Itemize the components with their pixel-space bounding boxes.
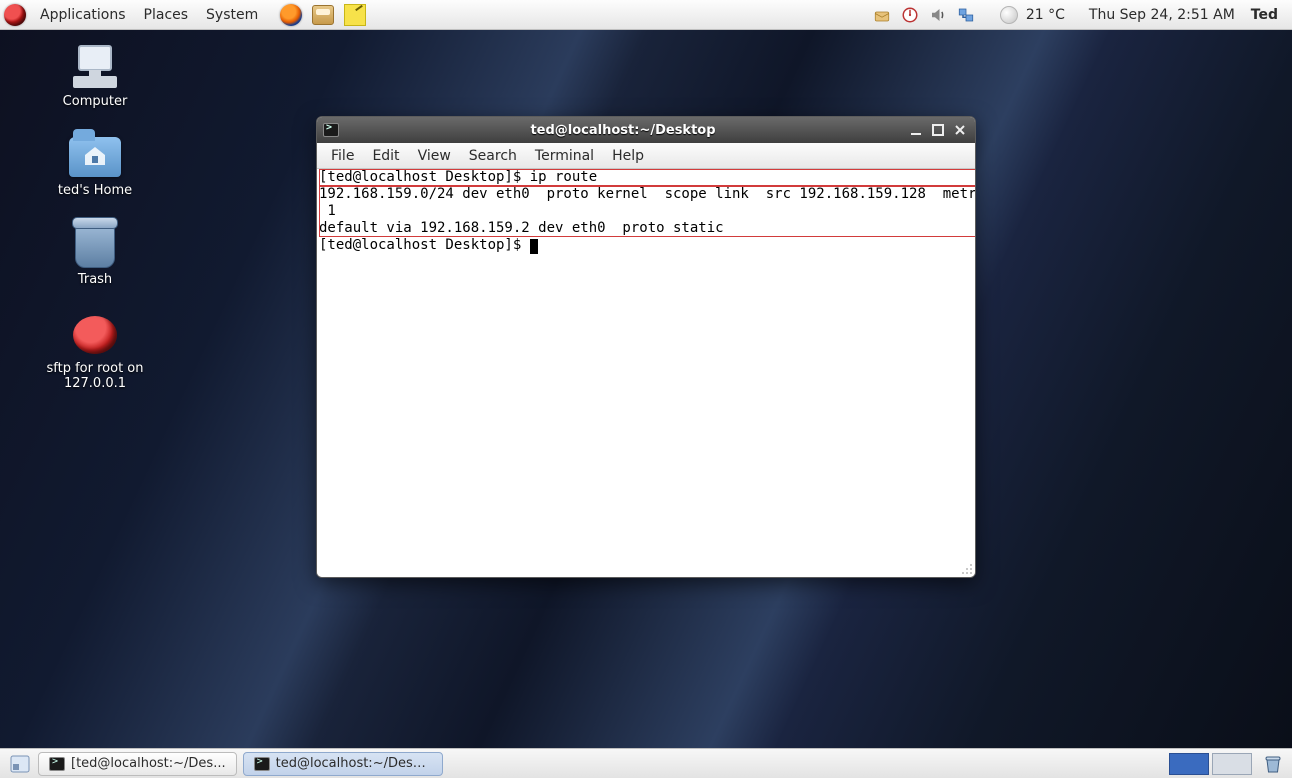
menu-places[interactable]: Places [136,3,197,27]
desktop-icon-computer[interactable]: Computer [20,40,170,113]
menu-search[interactable]: Search [461,146,525,166]
menu-terminal[interactable]: Terminal [527,146,602,166]
package-manager-launcher[interactable] [310,2,336,28]
desktop-icon-label: ted's Home [58,183,132,198]
volume-icon[interactable] [928,5,948,25]
menu-edit[interactable]: Edit [364,146,407,166]
notes-launcher[interactable] [342,2,368,28]
window-controls [907,122,969,138]
desktop-icons: Computer ted's Home Trash sftp for root … [20,40,170,395]
taskbar-button-1[interactable]: [ted@localhost:~/Des... [38,752,237,776]
desktop-icon-sftp[interactable]: sftp for root on 127.0.0.1 [20,307,170,395]
terminal-command: ip route [530,169,597,185]
terminal-output-line: default via 192.168.159.2 dev eth0 proto… [319,220,724,236]
terminal-icon [323,123,339,137]
home-folder-icon [69,137,121,177]
terminal-content[interactable]: [ted@localhost Desktop]$ ip route192.168… [317,169,976,577]
firefox-launcher[interactable] [278,2,304,28]
panel-trash[interactable] [1260,753,1286,775]
trash-icon [75,224,115,268]
workspace-2[interactable] [1212,753,1252,775]
close-button[interactable] [951,122,969,138]
terminal-output-line: 1 [319,203,336,219]
workspace-1[interactable] [1169,753,1209,775]
terminal-menubar: File Edit View Search Terminal Help [317,143,975,169]
menu-file[interactable]: File [323,146,362,166]
cpu-monitor-icon[interactable] [900,5,920,25]
terminal-window: ted@localhost:~/Desktop File Edit View S… [316,116,976,578]
minimize-button[interactable] [907,122,925,138]
taskbar-button-label: [ted@localhost:~/Des... [71,756,226,771]
system-tray: 21 °C Thu Sep 24, 2:51 AM Ted [872,5,1292,25]
distro-logo-icon[interactable] [4,4,26,26]
bottom-panel: [ted@localhost:~/Des... ted@localhost:~/… [0,748,1292,778]
quick-launchers [278,2,368,28]
terminal-output-line: 192.168.159.0/24 dev eth0 proto kernel s… [319,186,976,202]
menu-system[interactable]: System [198,3,266,27]
show-desktop-button[interactable] [8,753,32,775]
maximize-button[interactable] [929,122,947,138]
desktop-icon-label: sftp for root on 127.0.0.1 [25,361,165,391]
taskbar-button-label: ted@localhost:~/Desk... [276,756,432,771]
redhat-icon [73,316,117,354]
terminal-cursor [530,239,538,254]
update-notifier-icon[interactable] [872,5,892,25]
top-panel: Applications Places System 21 °C Thu Sep… [0,0,1292,30]
resize-grip[interactable] [959,561,973,575]
terminal-prompt: [ted@localhost Desktop]$ [319,169,530,185]
desktop-icon-home[interactable]: ted's Home [20,129,170,202]
clock[interactable]: Thu Sep 24, 2:51 AM [1089,7,1235,23]
network-icon[interactable] [956,5,976,25]
firefox-icon [280,4,302,26]
desktop-icon-trash[interactable]: Trash [20,218,170,291]
desktop-icon-label: Trash [78,272,112,287]
terminal-icon [254,757,270,771]
desktop-icon-label: Computer [63,94,128,109]
weather-icon[interactable] [1000,6,1018,24]
main-menubar: Applications Places System [0,2,368,28]
user-menu[interactable]: Ted [1243,7,1286,23]
package-icon [312,5,334,25]
window-titlebar[interactable]: ted@localhost:~/Desktop [317,117,975,143]
computer-icon [67,44,123,92]
workspace-switcher [1169,753,1252,775]
weather-temp[interactable]: 21 °C [1026,7,1065,23]
terminal-prompt: [ted@localhost Desktop]$ [319,237,530,253]
menu-help[interactable]: Help [604,146,652,166]
terminal-body: [ted@localhost Desktop]$ ip route192.168… [317,169,975,577]
terminal-icon [49,757,65,771]
taskbar-button-2[interactable]: ted@localhost:~/Desk... [243,752,443,776]
menu-view[interactable]: View [410,146,459,166]
sticky-note-icon [344,4,366,26]
window-title: ted@localhost:~/Desktop [345,123,901,138]
menu-applications[interactable]: Applications [32,3,134,27]
